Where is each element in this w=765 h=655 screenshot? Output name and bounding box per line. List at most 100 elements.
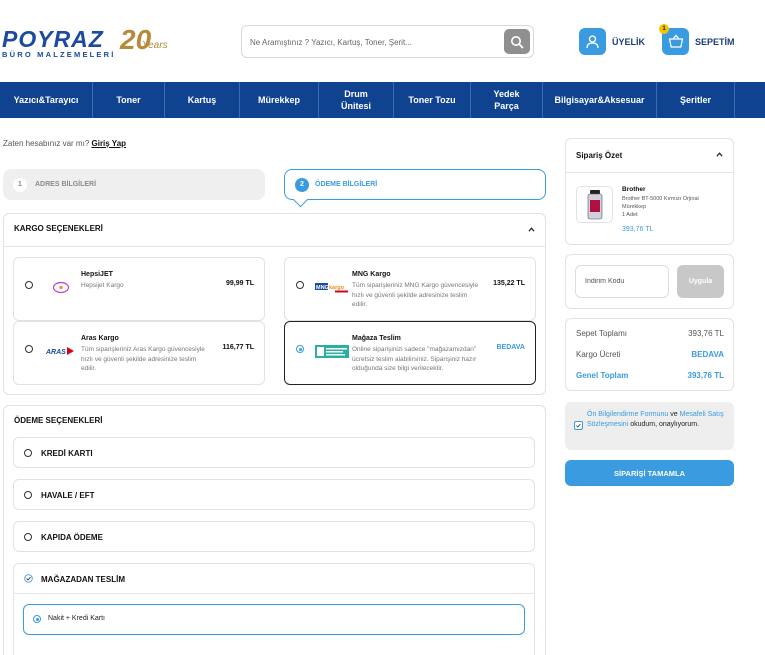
shipping-option-hepsijet[interactable]: HepsiJET Hepsijet Kargo 99,99 TL <box>13 257 265 321</box>
cart-button[interactable]: 1 SEPETİM <box>659 24 735 55</box>
payment-option-cash-on-delivery[interactable]: KAPIDA ÖDEME <box>13 521 535 552</box>
payment-options-title: ÖDEME SEÇENEKLERİ <box>14 416 103 425</box>
nav-item-ribbons[interactable]: Şeritler <box>657 82 735 118</box>
nav-item-printer-scanner[interactable]: Yazıcı&Tarayıcı <box>0 82 93 118</box>
agreement-checkbox[interactable] <box>574 421 583 430</box>
radio-button[interactable] <box>25 281 33 289</box>
user-icon-box <box>579 28 606 55</box>
shipping-option-aras[interactable]: ARAS Aras Kargo Tüm siparişleriniz Aras … <box>13 321 265 385</box>
sub-option-label: Nakit + Kredi Kartı <box>48 615 105 622</box>
mng-logo: MNG kargo <box>315 278 349 296</box>
radio-button-selected[interactable] <box>33 615 41 623</box>
step-payment[interactable]: 2 ÖDEME BİLGİLERİ <box>284 169 546 200</box>
agreement-and: ve <box>668 411 680 418</box>
aras-logo: ARAS <box>44 342 78 360</box>
apply-coupon-button[interactable]: Uygula <box>677 265 724 298</box>
payment-option-store-pickup[interactable]: MAĞAZADAN TESLİM <box>13 563 535 594</box>
chevron-up-icon[interactable] <box>716 151 723 158</box>
check-circle-icon[interactable] <box>24 574 33 583</box>
logo-main-text: POYRAZ <box>2 26 104 52</box>
cart-label: SEPETİM <box>695 36 735 47</box>
shipping-cost-value: BEDAVA <box>691 350 724 359</box>
payment-option-bank-transfer[interactable]: HAVALE / EFT <box>13 479 535 510</box>
shipping-price: 99,99 TL <box>225 280 254 287</box>
shipping-name: Aras Kargo <box>81 335 119 342</box>
radio-button[interactable] <box>25 345 33 353</box>
shipping-option-mng[interactable]: MNG kargo MNG Kargo Tüm siparişleriniz M… <box>284 257 536 321</box>
payment-option-label: MAĞAZADAN TESLİM <box>41 575 125 584</box>
radio-button[interactable] <box>24 491 32 499</box>
coupon-panel: Uygula <box>565 254 734 309</box>
nav-item-ink[interactable]: Mürekkep <box>240 82 319 118</box>
svg-text:MNG: MNG <box>316 285 329 291</box>
payment-option-label: KAPIDA ÖDEME <box>41 533 103 542</box>
chevron-up-icon[interactable] <box>528 226 535 233</box>
radio-button[interactable] <box>24 449 32 457</box>
payment-sub-option-cash-card[interactable]: Nakit + Kredi Kartı <box>23 604 525 635</box>
step-number: 2 <box>295 177 309 192</box>
logo-sub-text: BÜRO MALZEMELERİ <box>2 50 116 59</box>
shipping-name: MNG Kargo <box>352 271 391 278</box>
nav-item-toner-powder[interactable]: Toner Tozu <box>394 82 471 118</box>
search-button[interactable] <box>504 29 530 54</box>
step-address[interactable]: 1 ADRES BİLGİLERİ <box>3 169 265 200</box>
step-label: ÖDEME BİLGİLERİ <box>315 181 378 188</box>
divider <box>566 172 733 173</box>
shipping-desc: Online siparişinizi sadece "mağazamızdan… <box>352 346 477 372</box>
membership-label: ÜYELİK <box>612 36 646 47</box>
shipping-cost-label: Kargo Ücreti <box>576 350 621 359</box>
nav-item-spare-parts[interactable]: Yedek Parça <box>471 82 543 118</box>
grand-total-label: Genel Toplam <box>576 371 629 380</box>
complete-order-button[interactable]: SİPARİŞİ TAMAMLA <box>565 460 734 486</box>
cart-icon-box: 1 <box>659 24 689 55</box>
pre-info-form-link[interactable]: Ön Bilgilendirme Formunu <box>587 411 668 418</box>
product-quantity: 1 Adet <box>622 212 638 218</box>
cart-count-badge: 1 <box>659 24 669 34</box>
shipping-price: 116,77 TL <box>222 344 254 351</box>
store-pickup-logo <box>315 342 349 360</box>
product-name: Brother BT-5000 Kırmızı Orjinal Mürekkep <box>622 196 699 210</box>
nav-item-cartridge[interactable]: Kartuş <box>165 82 240 118</box>
step-number: 1 <box>13 177 27 192</box>
payment-option-label: HAVALE / EFT <box>41 491 95 500</box>
search-icon <box>511 35 524 48</box>
shipping-options-title: KARGO SEÇENEKLERİ <box>14 224 103 233</box>
divider <box>4 246 545 247</box>
site-logo[interactable]: POYRAZ BÜRO MALZEMELERİ 20 Years <box>2 24 172 60</box>
shipping-name: Mağaza Teslim <box>352 335 401 342</box>
login-hint: Zaten hesabınız var mı? Giriş Yap <box>3 139 126 148</box>
product-price: 393,76 TL <box>622 226 654 233</box>
payment-option-credit-card[interactable]: KREDİ KARTI <box>13 437 535 468</box>
search-input[interactable] <box>250 34 500 50</box>
agreement-box: Ön Bilgilendirme Formunu ve Mesafeli Sat… <box>565 402 734 450</box>
login-link[interactable]: Giriş Yap <box>92 139 127 148</box>
svg-text:ARAS: ARAS <box>46 349 66 356</box>
radio-button-selected[interactable] <box>296 345 304 353</box>
radio-button[interactable] <box>24 533 32 541</box>
shipping-desc: Tüm siparişleriniz MNG Kargo güvencesiyl… <box>352 282 479 308</box>
agreement-text: Ön Bilgilendirme Formunu ve Mesafeli Sat… <box>587 410 727 429</box>
grand-total-value: 393,76 TL <box>687 371 724 380</box>
svg-text:kargo: kargo <box>329 285 345 291</box>
nav-item-drum-unit[interactable]: Drum Ünitesi <box>319 82 394 118</box>
radio-button[interactable] <box>296 281 304 289</box>
login-hint-text: Zaten hesabınız var mı? <box>3 139 90 148</box>
shipping-name: HepsiJET <box>81 271 113 278</box>
category-nav: Yazıcı&Tarayıcı Toner Kartuş Mürekkep Dr… <box>0 82 765 118</box>
shipping-desc: Tüm siparişleriniz Aras Kargo güvencesiy… <box>81 346 205 372</box>
basket-icon <box>668 34 683 48</box>
user-icon <box>586 35 599 49</box>
shipping-option-store-pickup[interactable]: Mağaza Teslim Online siparişinizi sadece… <box>284 321 536 385</box>
logo-years: Years <box>142 40 168 51</box>
nav-item-computer-accessories[interactable]: Bilgisayar&Aksesuar <box>543 82 657 118</box>
nav-item-toner[interactable]: Toner <box>93 82 165 118</box>
shipping-price: BEDAVA <box>496 344 525 351</box>
agreement-rest: okudum, onaylıyorum. <box>628 420 700 428</box>
order-totals: Sepet Toplamı 393,76 TL Kargo Ücreti BED… <box>565 318 734 391</box>
hepsijet-logo <box>44 278 78 296</box>
shipping-desc: Hepsijet Kargo <box>81 282 124 289</box>
coupon-code-input[interactable] <box>575 265 669 298</box>
membership-button[interactable]: ÜYELİK <box>579 28 645 55</box>
product-image <box>576 186 613 223</box>
subtotal-value: 393,76 TL <box>688 329 724 338</box>
